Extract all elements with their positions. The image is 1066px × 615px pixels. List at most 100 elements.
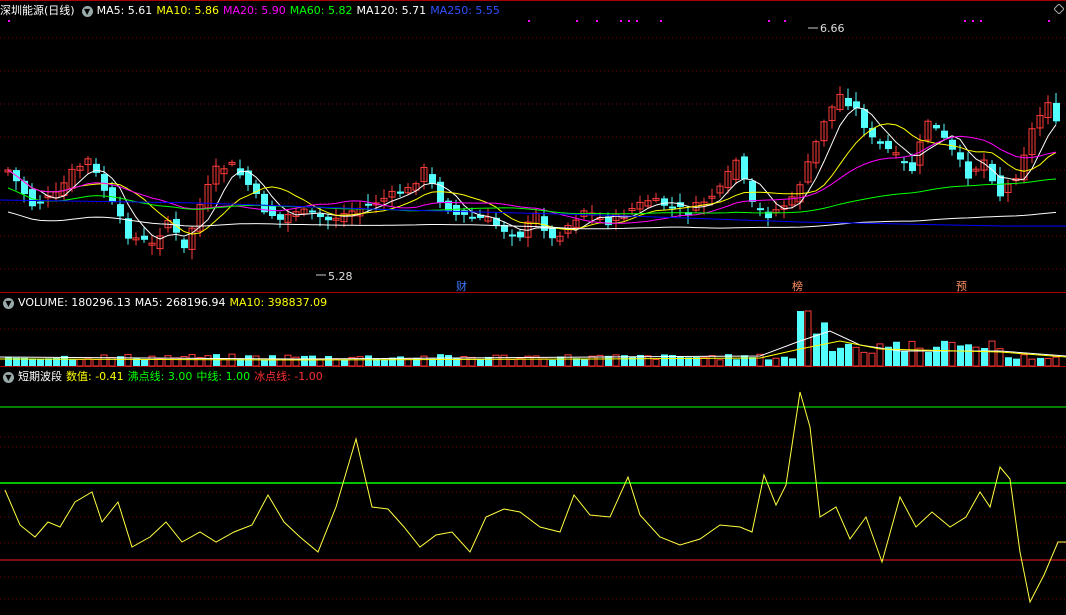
signal-dot <box>576 20 578 22</box>
tag-cai[interactable]: 财 <box>456 278 467 294</box>
volume-bar <box>772 357 780 367</box>
signal-dot <box>1048 20 1050 22</box>
corner-diamond-icon[interactable] <box>1054 4 1064 14</box>
indicator-chart[interactable] <box>0 367 1066 615</box>
volume-bar <box>252 355 260 367</box>
stock-name: 深圳能源(日线) <box>0 4 75 17</box>
volume-bar <box>829 351 836 366</box>
signal-dot <box>964 20 966 22</box>
volume-collapse-icon[interactable]: ▼ <box>3 297 14 309</box>
indicator-value: 数值: -0.41 <box>66 370 124 383</box>
ma5-line <box>7 107 1057 240</box>
indicator-ice: 冰点线: -1.00 <box>254 370 323 383</box>
volume-bar <box>420 355 428 367</box>
candle-body <box>469 216 476 219</box>
volume-bar <box>908 340 916 367</box>
volume-bar <box>485 356 492 366</box>
volume-bar <box>445 355 452 366</box>
tag-yu[interactable]: 预 <box>956 278 967 294</box>
volume-bar <box>933 346 940 366</box>
volume-bar <box>309 355 316 366</box>
volume-bar <box>988 340 996 367</box>
volume-bar <box>76 358 84 367</box>
volume-bar <box>948 341 956 367</box>
volume-bar <box>69 359 76 366</box>
volume-bar <box>204 355 212 367</box>
signal-dot <box>620 20 622 22</box>
candle-body <box>757 208 764 211</box>
candle-body <box>549 228 556 239</box>
volume-bar <box>269 355 276 366</box>
volume-bar <box>789 358 796 366</box>
price-chart[interactable] <box>0 0 1066 293</box>
ma10-label: MA10: 5.86 <box>156 4 220 17</box>
volume-bar <box>301 355 308 366</box>
volume-bar <box>220 358 228 367</box>
high-price-label: 6.66 <box>820 22 845 35</box>
ma10-line <box>7 123 1057 235</box>
volume-bar <box>893 341 900 366</box>
volume-bar <box>188 354 196 367</box>
volume-bar <box>492 354 500 367</box>
ma60-line <box>7 178 1057 215</box>
price-pane[interactable]: 深圳能源(日线) ▼ MA5: 5.61 MA10: 5.86 MA20: 5.90 MA… <box>0 0 1066 293</box>
volume-bar <box>644 355 652 367</box>
volume-bar <box>413 357 420 366</box>
volume-bar <box>508 358 516 367</box>
ma250-label: MA250: 5.55 <box>430 4 500 17</box>
volume-ma10-label: MA10: 398837.09 <box>229 296 328 309</box>
volume-bar <box>652 358 660 367</box>
volume-bar <box>245 355 252 366</box>
volume-bar <box>477 358 484 366</box>
volume-bar <box>716 359 724 367</box>
volume-bar <box>540 358 548 367</box>
signal-dot <box>660 20 662 22</box>
volume-bar <box>972 346 980 367</box>
collapse-icon[interactable]: ▼ <box>81 5 93 17</box>
candle-body <box>933 124 940 129</box>
volume-bar <box>588 355 596 367</box>
candle-body <box>661 198 668 206</box>
candle-body <box>325 216 332 221</box>
volume-bar <box>860 351 868 367</box>
volume-bar <box>100 354 108 367</box>
indicator-line <box>4 391 1066 604</box>
candle-body <box>277 214 284 220</box>
volume-bar <box>381 359 388 366</box>
volume-bar <box>141 359 148 366</box>
candle-body <box>181 239 188 249</box>
volume-bar <box>564 354 572 367</box>
volume-bar <box>1005 357 1012 366</box>
candle-body <box>541 216 548 231</box>
volume-bar <box>1037 357 1044 366</box>
indicator-collapse-icon[interactable]: ▼ <box>3 371 14 383</box>
candle-body <box>429 174 436 184</box>
volume-bar <box>261 359 268 366</box>
candle-body <box>461 210 468 215</box>
candle-body <box>941 130 948 138</box>
volume-bar <box>468 356 476 367</box>
indicator-name: 短期波段 <box>18 370 62 383</box>
candle-body <box>37 201 44 204</box>
signal-dot <box>596 20 598 22</box>
ma120-label: MA120: 5.71 <box>356 4 427 17</box>
volume-ma5-label: MA5: 268196.94 <box>134 296 226 309</box>
tag-bang[interactable]: 榜 <box>792 278 803 294</box>
volume-header: ▼ VOLUME: 180296.13 MA5: 268196.94 MA10: 39… <box>0 295 331 311</box>
volume-bar <box>29 358 36 366</box>
signal-dot <box>628 20 630 22</box>
indicator-mid: 中线: 1.00 <box>196 370 251 383</box>
candle-body <box>749 180 756 202</box>
candle-body <box>1053 102 1060 122</box>
signal-dot <box>768 20 770 22</box>
volume-label: VOLUME: 180296.13 <box>18 296 131 309</box>
indicator-pane[interactable]: ▼ 短期波段 数值: -0.41 沸点线: 3.00 中线: 1.00 冰点线: -1.0… <box>0 367 1066 615</box>
volume-bar <box>325 355 332 366</box>
volume-bar <box>437 354 444 366</box>
volume-bar <box>941 340 948 366</box>
volume-pane[interactable]: ▼ VOLUME: 180296.13 MA5: 268196.94 MA10: 39… <box>0 293 1066 367</box>
volume-bar <box>1028 358 1036 367</box>
volume-bar <box>108 357 116 367</box>
candle-body <box>453 205 460 215</box>
candle-body <box>909 162 916 172</box>
